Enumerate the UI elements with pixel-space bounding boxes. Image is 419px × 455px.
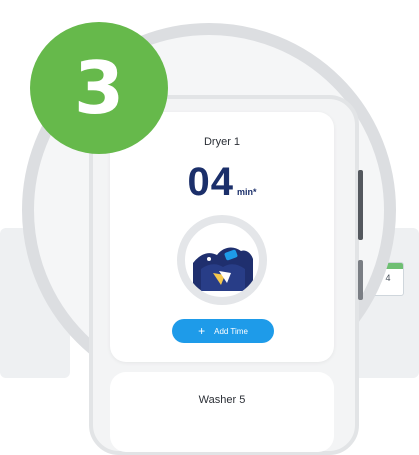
add-time-button[interactable]: + Add Time (172, 319, 274, 343)
dryer-drum-icon (177, 215, 267, 305)
phone-side-button-lower (358, 260, 363, 300)
machine-name: Washer 5 (198, 394, 246, 406)
dryer-card[interactable]: Dryer 1 04 min* + Add Time (110, 112, 334, 362)
add-time-label: Add Time (214, 326, 248, 336)
step-number: 3 (73, 46, 125, 130)
remaining-time: 04 min* (110, 160, 334, 205)
washer-card[interactable]: Washer 5 (110, 372, 334, 452)
time-value: 04 (187, 160, 234, 204)
step-badge: 3 (30, 22, 168, 154)
time-unit: min* (236, 187, 257, 197)
phone-side-button (358, 170, 363, 240)
plus-icon: + (198, 324, 206, 338)
